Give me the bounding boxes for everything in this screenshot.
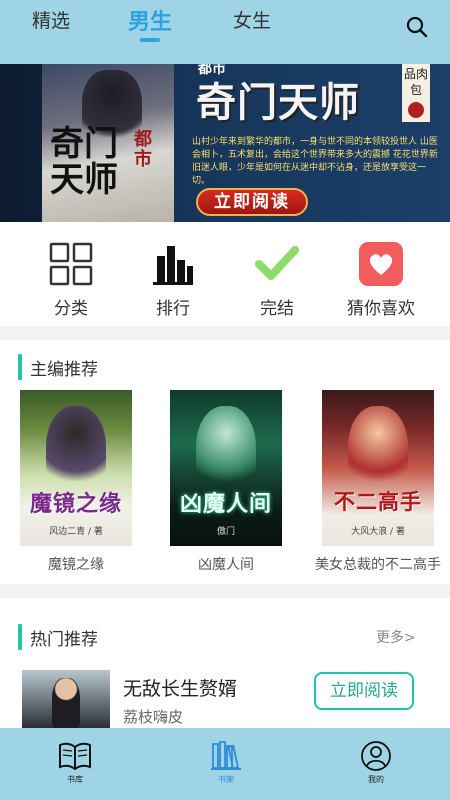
nav-label: 书架 <box>218 775 234 784</box>
cover-illustration <box>52 678 80 728</box>
section-title: 主编推荐 <box>30 360 98 380</box>
cover-author: 大风大浪 / 著 <box>351 527 405 537</box>
heart-icon <box>359 242 403 286</box>
nav-label: 我的 <box>368 775 384 784</box>
hot-book-cover[interactable] <box>22 670 110 728</box>
section-title: 热门推荐 <box>30 630 98 650</box>
cover-title: 不二高手 <box>334 489 422 514</box>
category-classify[interactable]: 分类 <box>16 222 126 326</box>
top-bar: 精选 男生 女生 <box>0 0 450 64</box>
category-completed[interactable]: 完结 <box>222 222 332 326</box>
tab-featured[interactable]: 精选 <box>32 6 70 33</box>
nav-profile[interactable]: 我的 <box>346 740 406 796</box>
editor-picks-section: 主编推荐 魔镜之缘 风边二青 / 著 魔镜之缘 凶魔人间 傲门 凶魔人间 不二高… <box>0 340 450 584</box>
book-name: 凶魔人间 <box>198 557 254 573</box>
cover-illustration <box>348 406 408 496</box>
promo-banner[interactable]: 奇门天师 都市 都市 奇门天师 品肉包 山村少年来到繁华的都市，一身与世不同的本… <box>0 64 450 222</box>
cover-illustration <box>196 406 256 496</box>
book-name: 美女总裁的不二高手 <box>315 557 441 573</box>
tab-male[interactable]: 男生 <box>128 4 172 36</box>
tab-female[interactable]: 女生 <box>233 6 271 33</box>
bottom-nav: 书库 书架 我的 <box>0 728 450 800</box>
banner-title: 奇门天师 <box>196 80 360 126</box>
check-icon <box>255 246 299 280</box>
banner-cover-series: 都市 <box>134 129 152 170</box>
book-name: 魔镜之缘 <box>48 557 104 573</box>
category-label: 猜你喜欢 <box>347 299 415 319</box>
section-accent-bar <box>18 354 22 380</box>
book-cover: 魔镜之缘 风边二青 / 著 <box>20 390 132 546</box>
banner-read-button[interactable]: 立即阅读 <box>196 188 308 216</box>
bookshelf-icon <box>211 741 241 770</box>
category-label: 完结 <box>260 299 294 319</box>
read-now-button[interactable]: 立即阅读 <box>314 672 414 710</box>
active-tab-indicator <box>140 38 160 42</box>
category-label: 排行 <box>156 299 190 319</box>
cover-title: 魔镜之缘 <box>29 491 122 517</box>
book-card[interactable]: 凶魔人间 傲门 凶魔人间 <box>170 390 282 573</box>
banner-book-cover: 奇门天师 都市 <box>42 64 174 222</box>
book-cover: 不二高手 大风大浪 / 著 <box>322 390 434 546</box>
book-cover: 凶魔人间 傲门 <box>170 390 282 546</box>
bar-chart-icon <box>153 246 193 285</box>
category-ranking[interactable]: 排行 <box>118 222 228 326</box>
category-guess-you-like[interactable]: 猜你喜欢 <box>326 222 436 326</box>
more-link[interactable]: 更多> <box>376 627 416 647</box>
cover-illustration <box>46 406 106 496</box>
book-card[interactable]: 不二高手 大风大浪 / 著 美女总裁的不二高手 <box>315 390 441 573</box>
banner-cover-title: 奇门天师 <box>50 124 118 200</box>
cover-title: 凶魔人间 <box>179 491 272 517</box>
hot-picks-section: 热门推荐 更多> 无敌长生赘婿 荔枝嗨皮 立即阅读 <box>0 598 450 728</box>
nav-label: 书库 <box>67 775 83 784</box>
open-book-icon <box>59 742 91 771</box>
category-row: 分类 排行 完结 猜你喜欢 <box>0 222 450 326</box>
hot-book-title[interactable]: 无敌长生赘婿 <box>123 674 237 701</box>
grid-icon <box>49 242 93 286</box>
section-accent-bar <box>18 624 22 650</box>
category-label: 分类 <box>54 299 88 319</box>
search-icon[interactable] <box>405 15 429 39</box>
banner-description: 山村少年来到繁华的都市，一身与世不同的本领较投世人 山医会相卜，五术复出，会给这… <box>192 137 438 186</box>
cover-author: 傲门 <box>216 527 235 537</box>
banner-seal <box>408 102 424 118</box>
book-card[interactable]: 魔镜之缘 风边二青 / 著 魔镜之缘 <box>20 390 132 573</box>
nav-library[interactable]: 书库 <box>45 740 105 796</box>
cover-author: 风边二青 / 著 <box>49 527 103 537</box>
hot-book-author: 荔枝嗨皮 <box>123 708 184 726</box>
user-icon <box>361 741 391 771</box>
nav-bookshelf[interactable]: 书架 <box>196 740 256 796</box>
